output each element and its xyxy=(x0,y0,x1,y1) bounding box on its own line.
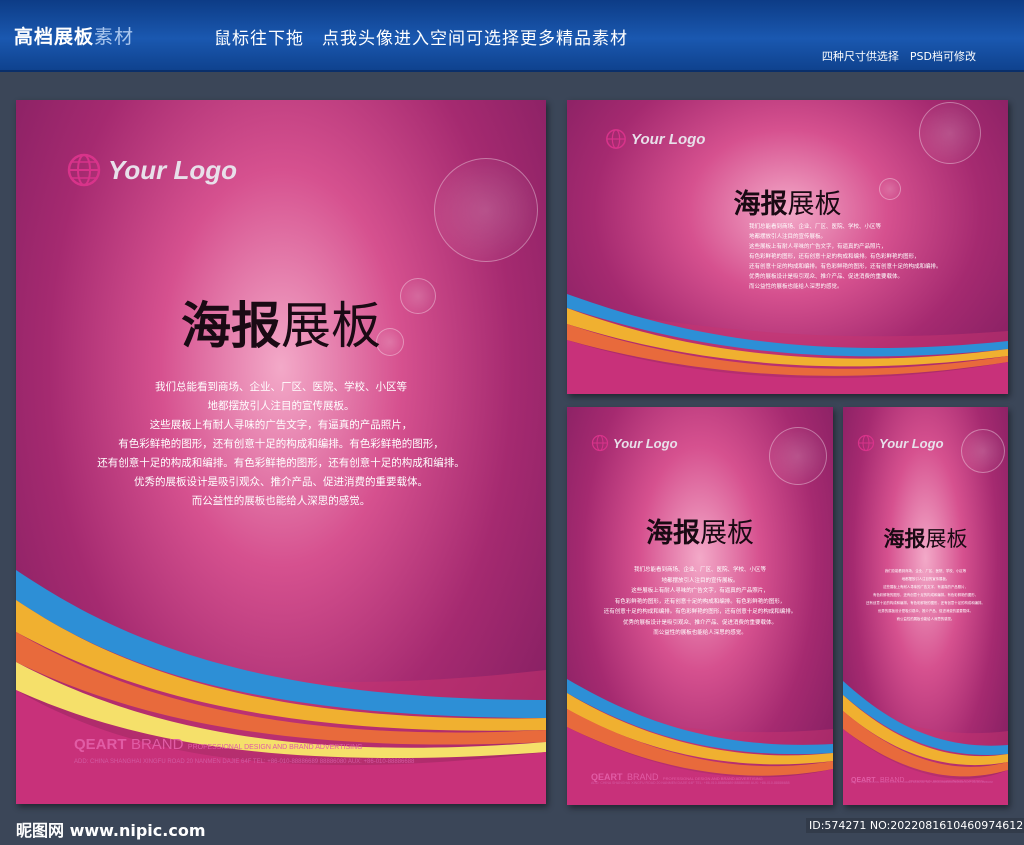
headline-thin: 展板 xyxy=(700,518,754,549)
wave-graphic xyxy=(567,294,1008,394)
poster-logo: Your Logo xyxy=(857,434,944,452)
image-id-text: ID:574271 NO:20220816104609746125 xyxy=(806,818,1024,833)
globe-icon xyxy=(857,434,875,452)
body-line: 还有创意十足的构成和编排。有色彩鲜艳的图形，还有创意十足的构成和编排。 xyxy=(749,264,942,270)
body-line: 优秀的展板设计是吸引观众、推介产品、促进消费的重要载体。 xyxy=(622,619,777,626)
globe-icon xyxy=(606,129,626,149)
body-line: 有色彩鲜艳的图形，还有创意十足的构成和编排。有色彩鲜艳的图形， xyxy=(749,254,920,260)
body-line: 我们总能看到商场、企业、厂区、医院、学校、小区等 xyxy=(633,567,766,573)
poster-address: ADD: CHINA SHANGHAI XINGFU ROAD 20 NANME… xyxy=(591,781,790,785)
globe-icon xyxy=(67,153,101,187)
body-line: 这些展板上有耐人寻味的广告文字，有逼真的产品照片， xyxy=(883,585,968,589)
globe-icon xyxy=(591,434,609,452)
poster-large: Your Logo 海报展板 我们总能看到商场、企业、厂区、医院、学校、小区等 … xyxy=(16,100,546,804)
poster-narrow: Your Logo 海报展板 我们总能看到商场、企业、厂区、医院、学校、小区等 … xyxy=(843,407,1008,805)
headline-thin: 展板 xyxy=(281,297,381,355)
body-line: 而公益性的展板也能给人深思的感觉。 xyxy=(749,284,843,290)
body-line: 这些展板上有耐人寻味的广告文字，有逼真的产品照片， xyxy=(631,588,769,594)
body-line: 优秀的展板设计是吸引观众、推介产品、促进消费的重要载体。 xyxy=(878,609,973,613)
poster-logo: Your Logo xyxy=(591,434,678,452)
body-line: 地都摆放引人注目的宣传展板。 xyxy=(901,577,950,581)
brand-bold: QEART xyxy=(74,736,127,753)
body-line: 还有创意十足的构成和编排。有色彩鲜艳的图形，还有创意十足的构成和编排。 xyxy=(866,601,985,605)
poster-logo: Your Logo xyxy=(66,152,237,188)
brand-word: BRAND xyxy=(130,736,184,753)
body-line: 优秀的展板设计是吸引观众、推介产品、促进消费的重要载体。 xyxy=(134,476,428,488)
poster-brand: QEART BRAND PROFESSIONAL DESIGN AND BRAN… xyxy=(74,736,363,754)
headline-bold: 海报 xyxy=(181,297,281,355)
body-line: 地都摆放引人注目的宣传展板。 xyxy=(207,400,355,412)
banner-title-main: 高档展板 xyxy=(14,26,95,48)
body-line: 我们总能看到商场、企业、厂区、医院、学校、小区等 xyxy=(749,224,882,230)
poster-headline: 海报展板 xyxy=(843,523,1008,553)
poster-address: ADD: CHINA SHANGHAI XINGFU ROAD 20 NANME… xyxy=(74,759,415,765)
bubble xyxy=(919,102,981,164)
wave-graphic xyxy=(16,570,546,804)
body-line: 优秀的展板设计是吸引观众、推介产品、促进消费的重要载体。 xyxy=(749,274,904,280)
poster-headline: 海报展板 xyxy=(567,511,833,550)
poster-landscape: Your Logo 海报展板 我们总能看到商场、企业、厂区、医院、学校、小区等 … xyxy=(567,100,1008,394)
logo-text: Your Logo xyxy=(613,435,678,451)
body-line: 还有创意十足的构成和编排。有色彩鲜艳的图形，还有创意十足的构成和编排。 xyxy=(97,457,465,469)
body-line: 地都摆放引人注目的宣传展板。 xyxy=(661,577,739,584)
headline-thin: 展板 xyxy=(925,527,968,551)
headline-bold: 海报 xyxy=(646,518,700,549)
brand-tagline: PROFESSIONAL DESIGN AND BRAND ADVERTISIN… xyxy=(187,744,363,751)
poster-body: 我们总能看到商场、企业、厂区、医院、学校、小区等 地都摆放引人注目的宣传展板。 … xyxy=(843,567,1008,623)
body-line: 我们总能看到商场、企业、厂区、医院、学校、小区等 xyxy=(155,381,407,393)
headline-bold: 海报 xyxy=(883,527,926,551)
body-line: 而公益性的展板也能给人深思的感觉。 xyxy=(896,617,955,621)
body-line: 有色彩鲜艳的图形，还有创意十足的构成和编排。有色彩鲜艳的图形， xyxy=(614,598,786,605)
headline-thin: 展板 xyxy=(787,189,842,220)
poster-body: 我们总能看到商场、企业、厂区、医院、学校、小区等 地都摆放引人注目的宣传展板。 … xyxy=(16,378,546,511)
bubble xyxy=(769,427,827,485)
body-line: 还有创意十足的构成和编排。有色彩鲜艳的图形，还有创意十足的构成和编排。 xyxy=(603,609,797,615)
logo-text: Your Logo xyxy=(108,154,238,185)
body-line: 有色彩鲜艳的图形，还有创意十足的构成和编排。有色彩鲜艳的图形， xyxy=(118,438,444,450)
poster-brand: QEART BRAND PROFESSIONAL DESIGN AND BRAN… xyxy=(851,769,984,787)
body-line: 有色彩鲜艳的图形，还有创意十足的构成和编排。有色彩鲜艳的图形， xyxy=(872,593,979,597)
body-line: 我们总能看到商场、企业、厂区、医院、学校、小区等 xyxy=(884,569,967,573)
poster-headline: 海报展板 xyxy=(567,182,1008,221)
banner-title: 高档展板素材 xyxy=(14,22,134,49)
watermark-link[interactable]: 昵图网 www.nipic.com xyxy=(16,817,206,841)
top-banner: 高档展板素材 鼠标往下拖 点我头像进入空间可选择更多精品素材 四种尺寸供选择 P… xyxy=(0,0,1024,72)
poster-body: 我们总能看到商场、企业、厂区、医院、学校、小区等 地都摆放引人注目的宣传展板。 … xyxy=(749,222,942,292)
banner-title-dim: 素材 xyxy=(94,26,135,48)
banner-subtitle[interactable]: 鼠标往下拖 点我头像进入空间可选择更多精品素材 xyxy=(214,24,628,49)
banner-right-note: 四种尺寸供选择 PSD档可修改 xyxy=(821,50,976,63)
poster-medium: Your Logo 海报展板 我们总能看到商场、企业、厂区、医院、学校、小区等 … xyxy=(567,407,833,805)
poster-logo: Your Logo xyxy=(605,128,705,150)
bubble xyxy=(961,429,1005,473)
body-line: 这些展板上有耐人寻味的广告文字，有逼真的产品照片， xyxy=(149,419,413,431)
poster-body: 我们总能看到商场、企业、厂区、医院、学校、小区等 地都摆放引人注目的宣传展板。 … xyxy=(567,565,833,639)
poster-headline: 海报展板 xyxy=(16,286,546,358)
body-line: 而公益性的展板也能给人深思的感觉。 xyxy=(653,630,747,636)
logo-text: Your Logo xyxy=(879,435,944,451)
bubble xyxy=(434,158,538,262)
logo-text: Your Logo xyxy=(631,130,706,148)
poster-address: ADD: CHINA SHANGHAI XINGFU ROAD 20 NANME… xyxy=(851,781,993,784)
body-line: 而公益性的展板也能给人深思的感觉。 xyxy=(191,495,371,507)
body-line: 这些展板上有耐人寻味的广告文字，有逼真的产品照片， xyxy=(749,244,887,250)
headline-bold: 海报 xyxy=(733,189,788,220)
body-line: 地都摆放引人注目的宣传展板。 xyxy=(749,234,827,240)
